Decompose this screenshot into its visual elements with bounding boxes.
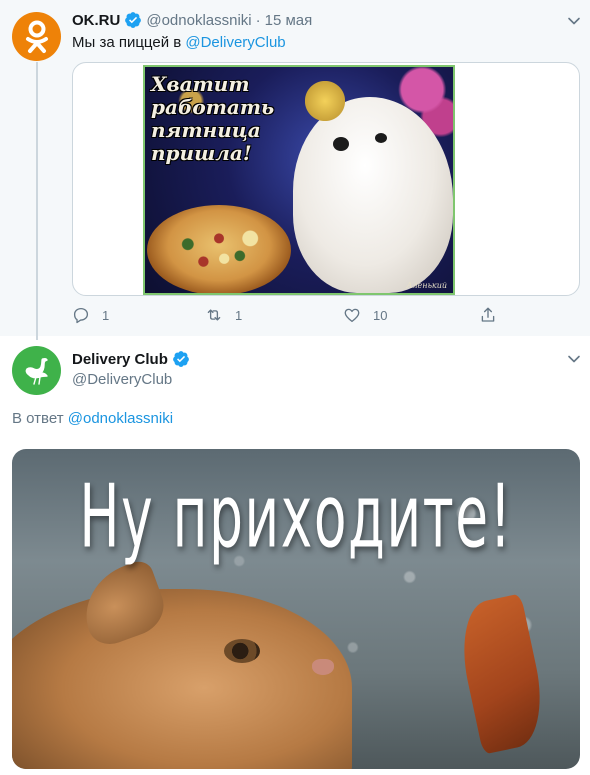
chevron-down-icon[interactable] [567,14,581,28]
reply-count: 1 [102,307,110,323]
reply-prefix: В ответ [12,410,68,427]
author-name[interactable]: Delivery Club [72,351,168,368]
retweet-icon [207,309,221,321]
tweet-text-body: Мы за пиццей в [72,34,186,51]
reply-button[interactable]: 1 [72,306,109,324]
tweet2-header: Delivery Club [72,350,194,368]
like-count: 10 [373,307,388,323]
greeting-card-image[interactable]: Хватит работать пятница пришла! Аленький [143,65,455,295]
cat-illustration [12,589,352,769]
tweet-media[interactable]: Хватит работать пятница пришла! Аленький [72,62,580,296]
separator-dot: · [255,11,261,29]
like-button[interactable]: 10 [343,306,387,324]
cat-nose [312,659,334,675]
cat-eye [224,639,260,663]
card-signature: Аленький [406,281,447,290]
tweet-okru[interactable]: OK.RU @odnoklassniki · 15 мая Мы за пицц… [0,0,590,340]
tweet-date[interactable]: 15 мая [265,12,313,29]
author-handle[interactable]: @odnoklassniki [146,12,251,29]
ostrich-logo-icon [25,357,48,385]
reply-icon [73,307,89,324]
tweet-header: OK.RU @odnoklassniki · 15 мая [72,10,312,30]
meme-caption: Ну приходите! [79,465,513,568]
thread-connector [36,62,38,340]
author-handle[interactable]: @DeliveryClub [72,371,172,388]
verified-icon [125,12,142,28]
author-name[interactable]: OK.RU [72,12,120,29]
share-icon [481,307,495,322]
dog-illustration [293,97,453,293]
ok-logo-icon [25,20,48,53]
tweet-text: Мы за пиццей в @DeliveryClub [72,33,286,53]
share-button[interactable] [479,306,509,324]
retweet-button[interactable]: 1 [205,306,242,324]
card-caption: Хватит работать пятница пришла! [151,72,275,165]
pizza-illustration [147,205,291,293]
like-icon [344,308,360,323]
avatar-okru[interactable] [12,12,61,61]
reply-mention-link[interactable]: @odnoklassniki [68,410,173,427]
verified-icon [172,351,189,367]
chevron-down-icon[interactable] [567,352,581,366]
avatar-deliveryclub[interactable] [12,346,61,395]
tweet-actions: 1 1 10 [72,306,512,328]
reply-context: В ответ @odnoklassniki [12,410,173,427]
bow-illustration [305,81,345,121]
mention-link[interactable]: @DeliveryClub [185,34,285,51]
retweet-count: 1 [235,307,243,323]
tweet-media-cat[interactable]: Ну приходите! [12,449,580,769]
